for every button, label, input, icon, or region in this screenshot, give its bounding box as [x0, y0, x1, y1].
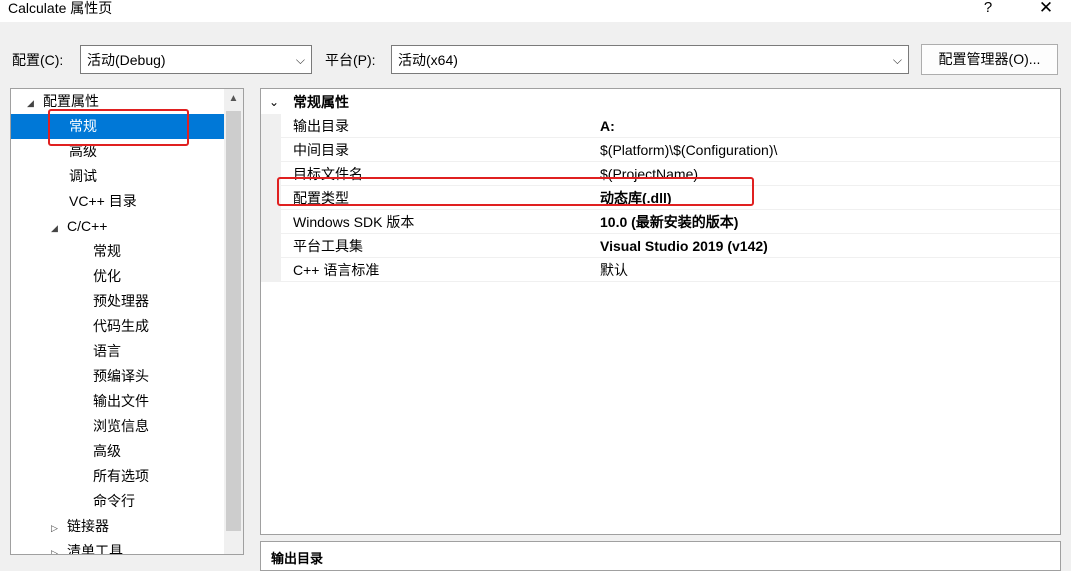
platform-dropdown[interactable]: 活动(x64) ⌵: [391, 45, 909, 74]
description-panel: 输出目录: [260, 541, 1061, 571]
tree-item-label: C/C++: [67, 218, 108, 234]
window-title: Calculate 属性页: [8, 0, 113, 16]
property-value[interactable]: 10.0 (最新安装的版本): [600, 210, 738, 234]
tree-item[interactable]: 高级: [11, 439, 225, 464]
platform-dropdown-value: 活动(x64): [398, 52, 458, 68]
title-bar: Calculate 属性页 ? ✕: [0, 0, 1071, 22]
tree-item[interactable]: 常规: [11, 239, 225, 264]
property-row[interactable]: 中间目录 $(Platform)\$(Configuration)\: [261, 138, 1060, 162]
tree-item-label: 预处理器: [93, 293, 149, 309]
property-name: Windows SDK 版本: [293, 214, 415, 230]
tree-item-label: 清单工具: [67, 543, 123, 555]
tree-item-label: 代码生成: [93, 318, 149, 334]
tree-item[interactable]: 输出文件: [11, 389, 225, 414]
platform-label: 平台(P):: [325, 52, 376, 68]
tree-item-label: 命令行: [93, 493, 135, 509]
tree-item[interactable]: ▷ 链接器: [11, 514, 225, 539]
highlight-box: [277, 177, 754, 206]
tree-scrollbar[interactable]: ▲: [224, 89, 243, 554]
help-button[interactable]: ?: [978, 0, 998, 18]
highlight-box: [48, 109, 189, 146]
collapse-arrow-icon[interactable]: ◢: [51, 216, 67, 241]
config-dropdown-value: 活动(Debug): [87, 52, 166, 68]
tree-item-label: 调试: [69, 168, 97, 184]
config-manager-button[interactable]: 配置管理器(O)...: [921, 44, 1058, 75]
property-row[interactable]: C++ 语言标准 默认: [261, 258, 1060, 282]
row-divider: [281, 281, 1060, 282]
config-label: 配置(C):: [12, 52, 64, 68]
row-gutter: [261, 210, 281, 234]
property-grid: ⌄ 常规属性 输出目录 A: 中间目录 $(Platform)\$(Configura…: [260, 88, 1061, 535]
row-gutter: [261, 258, 281, 282]
section-header[interactable]: ⌄ 常规属性: [261, 90, 1060, 114]
tree-item-label: VC++ 目录: [69, 193, 137, 209]
tree-item-label: 常规: [93, 243, 121, 259]
row-gutter: [261, 138, 281, 162]
chevron-down-icon: ⌵: [295, 53, 305, 67]
tree-item-label: 浏览信息: [93, 418, 149, 434]
description-title: 输出目录: [271, 551, 324, 566]
property-name: 中间目录: [293, 142, 349, 158]
tree-item-label: 链接器: [67, 518, 109, 534]
tree-item-label: 优化: [93, 268, 121, 284]
tree-item[interactable]: 所有选项: [11, 464, 225, 489]
property-value[interactable]: $(Platform)\$(Configuration)\: [600, 138, 777, 162]
section-title: 常规属性: [293, 94, 349, 110]
scrollbar-thumb[interactable]: [226, 111, 241, 531]
close-button[interactable]: ✕: [1036, 0, 1056, 18]
expand-arrow-icon[interactable]: ▷: [51, 516, 67, 541]
tree-item-label: 所有选项: [93, 468, 149, 484]
property-row[interactable]: 平台工具集 Visual Studio 2019 (v142): [261, 234, 1060, 258]
row-gutter: [261, 234, 281, 258]
expand-arrow-icon[interactable]: ▷: [51, 541, 67, 554]
tree-item-label: 高级: [93, 443, 121, 459]
tree-item-label: 预编译头: [93, 368, 149, 384]
tree-item[interactable]: 浏览信息: [11, 414, 225, 439]
property-name: C++ 语言标准: [293, 262, 380, 278]
property-value[interactable]: Visual Studio 2019 (v142): [600, 234, 768, 258]
collapse-arrow-icon[interactable]: ◢: [27, 91, 43, 116]
tree-item[interactable]: 命令行: [11, 489, 225, 514]
tree-item[interactable]: 预处理器: [11, 289, 225, 314]
property-row[interactable]: 输出目录 A:: [261, 114, 1060, 138]
tree-item-label: 输出文件: [93, 393, 149, 409]
property-value[interactable]: A:: [600, 114, 615, 138]
tree-item[interactable]: 优化: [11, 264, 225, 289]
property-name: 输出目录: [293, 118, 349, 134]
tree-item-label: 语言: [93, 343, 121, 359]
tree-item[interactable]: ▷ 清单工具: [11, 539, 225, 555]
tree-item[interactable]: 代码生成: [11, 314, 225, 339]
row-gutter: [261, 114, 281, 138]
tree-item[interactable]: 预编译头: [11, 364, 225, 389]
tree-item-label: 配置属性: [43, 93, 99, 109]
tree-item[interactable]: 语言: [11, 339, 225, 364]
tree-item[interactable]: VC++ 目录: [11, 189, 225, 214]
tree-item[interactable]: ◢ C/C++: [11, 214, 225, 239]
property-value[interactable]: 默认: [600, 258, 628, 282]
tree-item[interactable]: 调试: [11, 164, 225, 189]
collapse-chevron-icon[interactable]: ⌄: [269, 90, 279, 114]
property-tree: ◢ 配置属性 常规 高级 调试 VC++ 目录 ◢ C/C++ 常规 优化 预处理器 代码生成 语言 预编…: [10, 88, 244, 555]
property-name: 平台工具集: [293, 238, 363, 254]
scroll-up-icon[interactable]: ▲: [224, 89, 243, 109]
property-row[interactable]: Windows SDK 版本 10.0 (最新安装的版本): [261, 210, 1060, 234]
chevron-down-icon: ⌵: [892, 53, 902, 67]
config-dropdown[interactable]: 活动(Debug) ⌵: [80, 45, 312, 74]
